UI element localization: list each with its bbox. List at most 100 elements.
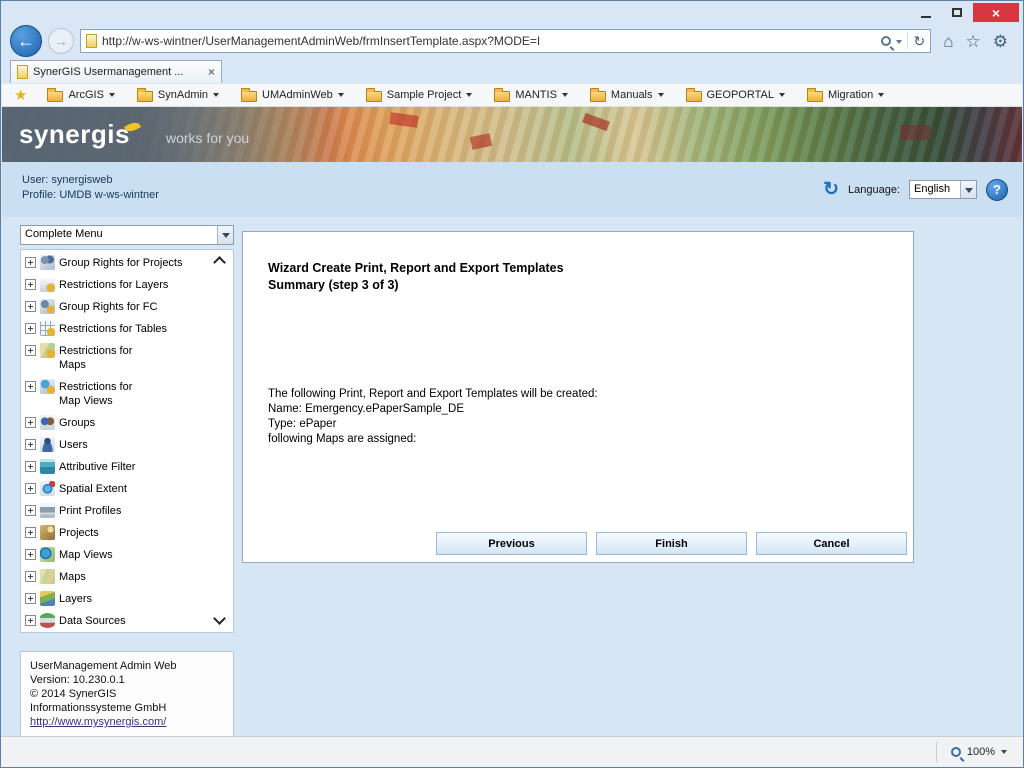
close-button[interactable]: × <box>973 3 1019 22</box>
expand-plus-icon[interactable] <box>25 345 36 356</box>
maximize-button[interactable] <box>942 3 972 22</box>
tree-item[interactable]: Print Profiles <box>23 500 231 522</box>
zoom-control[interactable]: 100% <box>936 742 1013 762</box>
restrictions-for-layers-icon <box>40 277 55 292</box>
attributive-filter-icon <box>40 459 55 474</box>
expand-plus-icon[interactable] <box>25 279 36 290</box>
wizard-buttons: Previous Finish Cancel <box>436 532 907 555</box>
tree-item[interactable]: Groups <box>23 412 231 434</box>
language-label: Language: <box>848 184 900 196</box>
tree-list: Group Rights for Projects Restrictions f… <box>23 252 231 632</box>
address-bar[interactable]: http://w-ws-wintner/UserManagementAdminW… <box>80 29 931 53</box>
zoom-magnifier-icon <box>951 747 961 757</box>
tree-item[interactable]: Restrictions for Map Views <box>23 376 231 412</box>
footer-app-name: UserManagement Admin Web <box>30 659 224 673</box>
favorite-label: ArcGIS <box>68 89 103 101</box>
tree-item[interactable]: Users <box>23 434 231 456</box>
user-label: User: <box>22 174 48 186</box>
tree-item[interactable]: Maps <box>23 566 231 588</box>
add-favorite-star-icon[interactable]: ★ <box>14 88 27 103</box>
browser-tab[interactable]: SynerGIS Usermanagement ... × <box>10 60 222 83</box>
tree-item[interactable]: Projects <box>23 522 231 544</box>
favorites-bar-item[interactable]: SynAdmin <box>137 89 219 102</box>
expand-plus-icon[interactable] <box>25 439 36 450</box>
footer-company: Informationssysteme GmbH <box>30 701 224 715</box>
search-icon[interactable] <box>881 36 891 46</box>
wizard-text-line: The following Print, Report and Export T… <box>268 387 598 402</box>
tree-item-label: Restrictions for Tables <box>59 322 167 336</box>
forward-button[interactable]: → <box>48 28 74 54</box>
expand-plus-icon[interactable] <box>25 417 36 428</box>
page-content: Complete Menu Group Rights for Projects … <box>2 217 1022 736</box>
sidebar-tree: Group Rights for Projects Restrictions f… <box>20 249 234 633</box>
footer-link[interactable]: http://www.mysynergis.com/ <box>30 716 166 728</box>
footer-version: Version: 10.230.0.1 <box>30 673 224 687</box>
profile-label: Profile: <box>22 189 56 201</box>
menu-select[interactable]: Complete Menu <box>20 225 234 245</box>
favorites-bar-item[interactable]: Manuals <box>590 89 664 102</box>
expand-plus-icon[interactable] <box>25 549 36 560</box>
tree-item[interactable]: Restrictions for Layers <box>23 274 231 296</box>
menu-selected-value: Complete Menu <box>21 226 217 244</box>
favorites-bar-item[interactable]: GEOPORTAL <box>686 89 785 102</box>
favorites-bar-item[interactable]: Migration <box>807 89 884 102</box>
tree-item[interactable]: Group Rights for Projects <box>23 252 231 274</box>
expand-plus-icon[interactable] <box>25 461 36 472</box>
zoom-level: 100% <box>967 746 995 758</box>
help-button[interactable]: ? <box>986 179 1008 201</box>
wizard-text-line: Name: Emergency.ePaperSample_DE <box>268 402 598 417</box>
favorites-star-icon[interactable]: ☆ <box>966 33 981 50</box>
expand-plus-icon[interactable] <box>25 483 36 494</box>
wizard-text-line: Type: ePaper <box>268 417 598 432</box>
browser-window: × ← → http://w-ws-wintner/UserManagement… <box>0 0 1024 768</box>
tab-title: SynerGIS Usermanagement ... <box>33 66 203 78</box>
cancel-button[interactable]: Cancel <box>756 532 907 555</box>
tree-item[interactable]: Attributive Filter <box>23 456 231 478</box>
tree-item[interactable]: Spatial Extent <box>23 478 231 500</box>
finish-button[interactable]: Finish <box>596 532 747 555</box>
chevron-down-icon <box>338 93 344 100</box>
tree-item-label: Restrictions for Maps <box>59 344 151 372</box>
tree-item-label: Data Sources <box>59 614 126 628</box>
expand-plus-icon[interactable] <box>25 323 36 334</box>
refresh-icon[interactable]: ↻ <box>913 34 925 48</box>
wizard-title: Wizard Create Print, Report and Export T… <box>268 260 564 277</box>
expand-plus-icon[interactable] <box>25 505 36 516</box>
forward-arrow-icon: → <box>54 33 68 49</box>
tree-item[interactable]: Data Sources <box>23 610 231 632</box>
home-icon[interactable]: ⌂ <box>943 33 953 50</box>
expand-plus-icon[interactable] <box>25 615 36 626</box>
favorites-bar-item[interactable]: ArcGIS <box>47 89 114 102</box>
expand-plus-icon[interactable] <box>25 527 36 538</box>
expand-plus-icon[interactable] <box>25 571 36 582</box>
user-value: synergisweb <box>51 174 112 186</box>
tree-item[interactable]: Map Views <box>23 544 231 566</box>
back-button[interactable]: ← <box>10 25 42 57</box>
wizard-text-line: following Maps are assigned: <box>268 432 598 447</box>
language-select[interactable]: English <box>909 180 977 199</box>
favorites-bar-item[interactable]: Sample Project <box>366 89 473 102</box>
expand-plus-icon[interactable] <box>25 301 36 312</box>
favorites-bar-item[interactable]: MANTIS <box>494 89 568 102</box>
favorite-label: SynAdmin <box>158 89 208 101</box>
tree-item[interactable]: Restrictions for Tables <box>23 318 231 340</box>
settings-gear-icon[interactable]: ⚙ <box>993 33 1008 50</box>
favorites-bar-item[interactable]: UMAdminWeb <box>241 89 344 102</box>
navigation-bar: ← → http://w-ws-wintner/UserManagementAd… <box>3 23 1021 59</box>
tree-item[interactable]: Layers <box>23 588 231 610</box>
search-caret-icon[interactable] <box>896 40 902 47</box>
tree-item[interactable]: Restrictions for Maps <box>23 340 231 376</box>
reload-icon[interactable]: ↻ <box>823 180 839 199</box>
folder-icon <box>494 91 510 102</box>
tree-item[interactable]: Group Rights for FC <box>23 296 231 318</box>
previous-button[interactable]: Previous <box>436 532 587 555</box>
tree-item-partial[interactable] <box>23 632 231 633</box>
expand-plus-icon[interactable] <box>25 257 36 268</box>
expand-plus-icon[interactable] <box>25 381 36 392</box>
minimize-button[interactable] <box>911 3 941 22</box>
wizard-panel: Wizard Create Print, Report and Export T… <box>242 231 914 563</box>
map-views-icon <box>40 547 55 562</box>
expand-plus-icon[interactable] <box>25 593 36 604</box>
print-profiles-icon <box>40 503 55 518</box>
tab-close-icon[interactable]: × <box>208 65 215 79</box>
